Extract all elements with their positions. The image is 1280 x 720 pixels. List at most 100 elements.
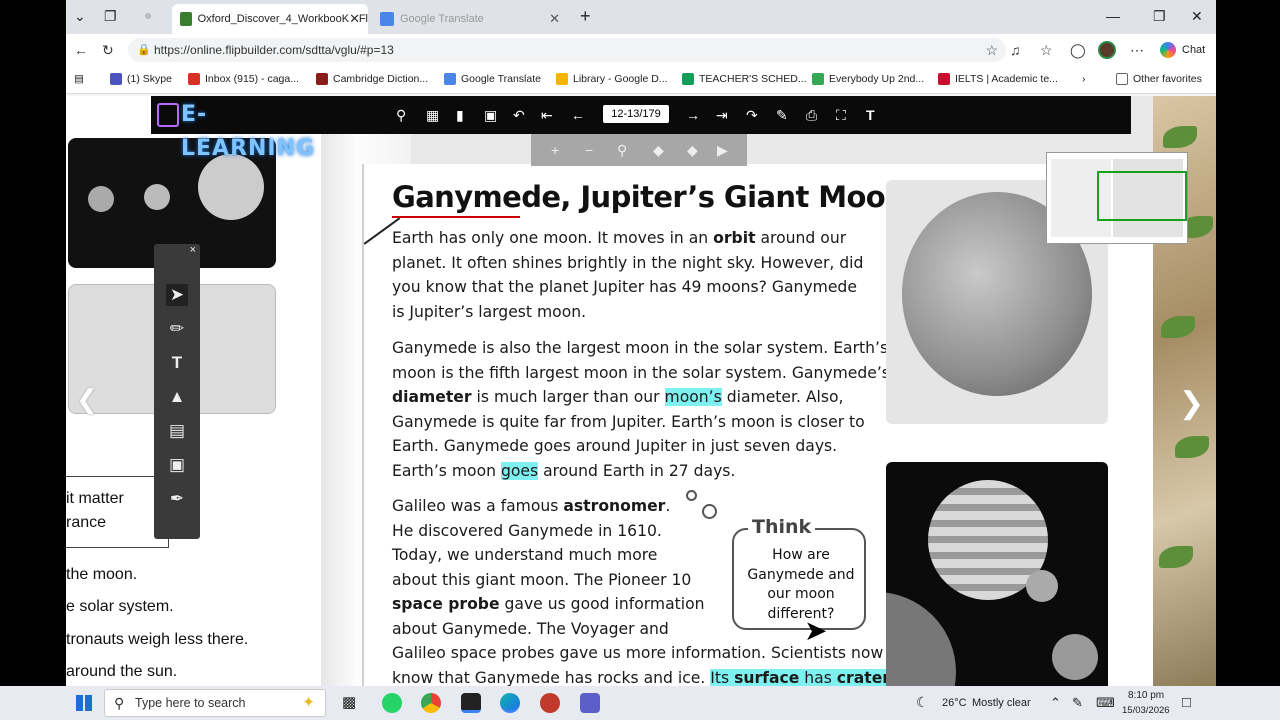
pen-icon[interactable]: ✎ (1072, 695, 1083, 711)
previous-page-icon[interactable]: ← (571, 107, 585, 123)
zoom-icon[interactable]: ⚲ (617, 142, 627, 159)
select-tool-icon[interactable]: ▶ (717, 142, 728, 159)
clock-time[interactable]: 8:10 pm (1128, 690, 1164, 701)
shapes-icon[interactable]: ▲ (166, 386, 188, 408)
back-icon[interactable]: ← (74, 42, 88, 58)
left-page-line: around the sun. (66, 663, 178, 680)
close-panel-icon[interactable]: × (190, 244, 196, 256)
zoom-out-icon[interactable]: − (585, 142, 593, 158)
favorite-ielts[interactable]: IELTS | Academic te... (938, 73, 1058, 85)
text-line: Ganymede is quite far from Jupiter. Eart… (392, 412, 865, 431)
chat-button[interactable]: Chat (1182, 44, 1205, 56)
teams-icon[interactable] (580, 693, 600, 713)
moon-image (1052, 634, 1098, 680)
taskbar-search-input[interactable]: ⚲ Type here to search ✦ (104, 689, 326, 717)
sticky-notes-icon[interactable] (461, 693, 481, 713)
refresh-icon[interactable]: ↻ (102, 42, 114, 59)
note-icon[interactable]: ▤ (166, 420, 188, 442)
pan-left-icon[interactable]: ◆ (653, 142, 664, 159)
image-insert-icon[interactable]: ▣ (166, 454, 188, 476)
favorite-star-icon[interactable]: ☆ (985, 38, 998, 62)
undo-icon[interactable]: ↶ (513, 107, 525, 124)
redo-icon[interactable]: ↷ (746, 107, 758, 124)
fullscreen-icon[interactable]: ⛶ (836, 107, 846, 124)
tab-actions-icon[interactable]: ⌄ (74, 8, 86, 25)
favorite-library-drive[interactable]: Library - Google D... (556, 73, 668, 85)
annotation-tool-panel: × ➤ ✏ T ▲ ▤ ▣ ✒ (154, 244, 200, 539)
tab-strip: ⌄ ❐ ● Oxford_Discover_4_WorkbooK - Fl ✕ … (66, 0, 1216, 34)
url-field[interactable]: 🔒 https://online.flipbuilder.com/sdtta/v… (128, 38, 1006, 62)
translate-icon (444, 73, 456, 85)
favorite-cambridge[interactable]: Cambridge Diction... (316, 73, 428, 85)
zoom-in-icon[interactable]: + (551, 142, 559, 158)
next-page-icon[interactable]: → (686, 107, 700, 123)
tab-flipbook[interactable]: Oxford_Discover_4_WorkbooK - Fl ✕ (172, 4, 368, 34)
last-page-icon[interactable]: ⇥ (716, 107, 728, 124)
flipbook-favicon-icon (180, 12, 192, 26)
clock-date[interactable]: 15/03/2026 (1122, 705, 1170, 716)
favorite-skype[interactable]: (1) Skype (110, 73, 172, 85)
print-icon[interactable]: ⎙ (806, 107, 817, 124)
text-line: is Jupiter’s largest moon. (392, 302, 587, 321)
keyboard-icon[interactable]: ⌨ (1096, 695, 1115, 711)
shield-icon[interactable]: ◯ (1070, 42, 1086, 59)
close-window-icon[interactable]: ✕ (1191, 8, 1203, 25)
collections-icon[interactable]: ▤ (74, 73, 84, 85)
favorite-gmail[interactable]: Inbox (915) - caga... (188, 73, 299, 85)
task-view-icon[interactable]: ▩ (342, 693, 362, 713)
notifications-icon[interactable]: □ (1182, 694, 1191, 711)
weather-description[interactable]: Mostly clear (972, 697, 1031, 709)
brush-icon[interactable]: ✒ (166, 488, 188, 510)
favorites-overflow-icon[interactable]: › (1082, 73, 1086, 85)
table-of-contents-icon[interactable]: ▣ (484, 107, 497, 124)
thought-bubble-dot (686, 490, 697, 501)
bookmark-icon[interactable]: ▮ (456, 107, 464, 124)
thumbnail-viewport[interactable] (1097, 171, 1187, 221)
first-page-icon[interactable]: ⇤ (541, 107, 553, 124)
favorite-teachers-schedule[interactable]: TEACHER'S SCHED... (682, 73, 807, 85)
favorite-google-translate[interactable]: Google Translate (444, 73, 541, 85)
paragraph-2: Ganymede is also the largest moon in the… (392, 336, 890, 483)
workspaces-icon[interactable]: ❐ (104, 8, 117, 25)
new-tab-icon[interactable]: + (580, 6, 591, 27)
close-tab-icon[interactable]: ✕ (549, 11, 560, 27)
minimize-icon[interactable]: — (1106, 8, 1120, 24)
left-page-line: rance (66, 514, 107, 531)
favorites-icon[interactable]: ☆ (1040, 42, 1053, 59)
tab-google-translate[interactable]: Google Translate ✕ (372, 4, 568, 34)
app-icon[interactable] (540, 693, 560, 713)
tray-overflow-icon[interactable]: ⌃ (1050, 695, 1061, 711)
favorite-everybody-up[interactable]: Everybody Up 2nd... (812, 73, 924, 85)
read-aloud-icon[interactable]: ♫ (1010, 42, 1021, 58)
highlighter-icon[interactable]: ✏ (166, 318, 188, 340)
left-page-line: tronauts weigh less there. (66, 631, 249, 648)
edge-icon[interactable] (500, 693, 520, 713)
windows-start-icon[interactable] (76, 695, 92, 711)
chrome-icon[interactable] (421, 693, 441, 713)
edit-annotation-icon[interactable]: ✎ (776, 107, 788, 124)
browser-window: ⌄ ❐ ● Oxford_Discover_4_WorkbooK - Fl ✕ … (66, 0, 1216, 720)
flipbook-viewer: it matter rance the moon. e solar system… (66, 96, 1216, 686)
restore-icon[interactable]: ❐ (1153, 8, 1166, 25)
next-page-arrow-icon[interactable]: ❯ (1179, 386, 1204, 421)
close-tab-icon[interactable]: ✕ (349, 11, 360, 27)
text-tool-icon[interactable]: T (866, 107, 875, 123)
whatsapp-icon[interactable] (382, 693, 402, 713)
search-icon[interactable]: ⚲ (396, 107, 406, 124)
pointer-tool-icon[interactable]: ➤ (166, 284, 188, 306)
moon-image (886, 592, 956, 686)
text-tool-icon[interactable]: T (166, 352, 188, 374)
page-indicator-field[interactable]: 12-13/179 (603, 105, 669, 123)
windows-taskbar: ⚲ Type here to search ✦ ▩ ☾ 26°C Mostly … (0, 686, 1280, 720)
search-placeholder: Type here to search (135, 696, 246, 710)
circle-tab-icon[interactable]: ● (144, 7, 152, 23)
pan-right-icon[interactable]: ◆ (687, 142, 698, 159)
more-menu-icon[interactable]: ⋯ (1130, 42, 1144, 59)
other-favorites[interactable]: Other favorites (1116, 73, 1202, 85)
prev-page-arrow-icon[interactable]: ❮ (76, 384, 98, 415)
thumbnails-icon[interactable]: ▦ (426, 107, 439, 124)
weather-temperature[interactable]: 26°C (942, 697, 967, 709)
copilot-icon[interactable] (1160, 42, 1176, 58)
page-thumbnail-navigator[interactable] (1046, 152, 1188, 244)
avatar[interactable] (1098, 41, 1116, 59)
